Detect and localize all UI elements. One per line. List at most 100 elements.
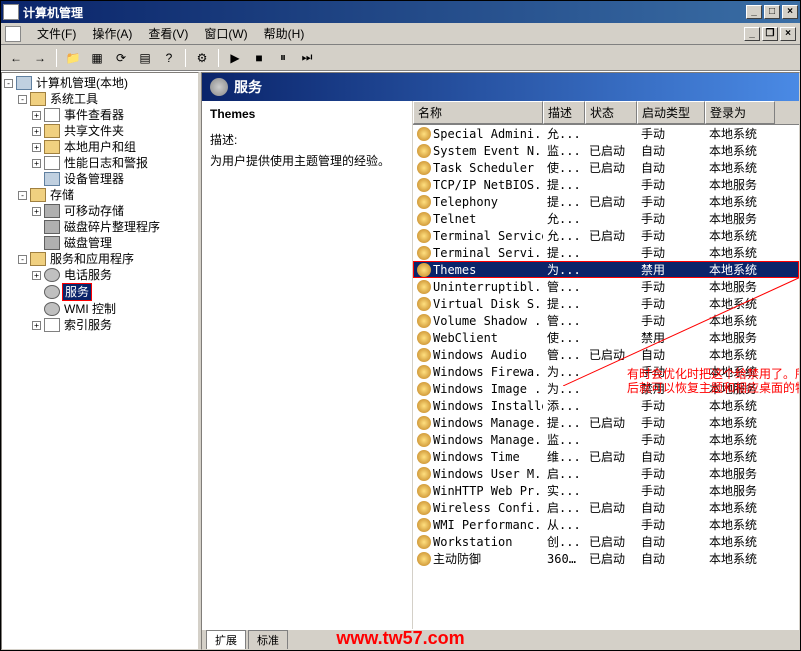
maximize-button[interactable]: □ (764, 5, 780, 19)
service-list: 名称 描述 状态 启动类型 登录为 Special Admini...允...手… (412, 101, 799, 629)
refresh-icon[interactable]: ⟳ (110, 47, 132, 69)
service-row[interactable]: Task Scheduler使...已启动自动本地系统 (413, 159, 799, 176)
service-row[interactable]: Volume Shadow ...管...手动本地系统 (413, 312, 799, 329)
tab-standard[interactable]: 标准 (248, 630, 288, 649)
service-icon (417, 297, 431, 311)
forward-button[interactable]: → (29, 47, 51, 69)
service-icon (417, 484, 431, 498)
selected-service-name: Themes (210, 107, 404, 121)
service-row[interactable]: Windows Image ...为...禁用本地服务 (413, 380, 799, 397)
menu-action[interactable]: 操作(A) (84, 23, 140, 44)
service-icon (417, 382, 431, 396)
tree-eventviewer[interactable]: +事件查看器 (32, 107, 196, 123)
stop-button[interactable]: ■ (248, 47, 270, 69)
service-icon (417, 246, 431, 260)
tree-diskmgmt[interactable]: 磁盘管理 (32, 235, 196, 251)
tree-services[interactable]: 服务 (32, 283, 196, 301)
service-row[interactable]: 主动防御360...已启动自动本地系统 (413, 550, 799, 567)
service-icon (417, 263, 431, 277)
service-row[interactable]: Themes为...禁用本地系统 (413, 261, 799, 278)
tree-perflogs[interactable]: +性能日志和警报 (32, 155, 196, 171)
service-row[interactable]: Telnet允...手动本地服务 (413, 210, 799, 227)
service-row[interactable]: Workstation创...已启动自动本地系统 (413, 533, 799, 550)
list-rows[interactable]: Special Admini...允...手动本地系统System Event … (413, 125, 799, 629)
up-button[interactable]: 📁 (62, 47, 84, 69)
service-row[interactable]: Windows Time维...已启动自动本地系统 (413, 448, 799, 465)
minimize-button[interactable]: _ (746, 5, 762, 19)
service-row[interactable]: WinHTTP Web Pr...实...手动本地服务 (413, 482, 799, 499)
content-area: -计算机管理(本地) -系统工具 +事件查看器 +共享文件夹 +本地用户和组 +… (1, 71, 800, 650)
service-row[interactable]: Virtual Disk S...提...手动本地系统 (413, 295, 799, 312)
service-icon (417, 280, 431, 294)
tab-extended[interactable]: 扩展 (206, 630, 246, 649)
col-logon[interactable]: 登录为 (705, 101, 775, 124)
service-row[interactable]: Telephony提...已启动手动本地系统 (413, 193, 799, 210)
child-close-button[interactable]: × (780, 27, 796, 41)
service-icon (417, 161, 431, 175)
tree-shared[interactable]: +共享文件夹 (32, 123, 196, 139)
main-pane: 服务 Themes 描述: 为用户提供使用主题管理的经验。 名称 描述 状态 启… (201, 72, 800, 650)
doc-icon (5, 26, 21, 42)
tree-telephony[interactable]: +电话服务 (32, 267, 196, 283)
service-icon (417, 348, 431, 362)
service-icon (417, 178, 431, 192)
service-row[interactable]: Windows Firewa...为...手动本地系统 (413, 363, 799, 380)
service-row[interactable]: Uninterruptibl...管...手动本地服务 (413, 278, 799, 295)
service-row[interactable]: TCP/IP NetBIOS...提...手动本地服务 (413, 176, 799, 193)
col-startup[interactable]: 启动类型 (637, 101, 705, 124)
tree-localusers[interactable]: +本地用户和组 (32, 139, 196, 155)
tree-root[interactable]: -计算机管理(本地) (4, 75, 196, 91)
service-row[interactable]: Windows User M...启...手动本地服务 (413, 465, 799, 482)
service-row[interactable]: Terminal Servi...提...手动本地系统 (413, 244, 799, 261)
properties-button[interactable]: ▦ (86, 47, 108, 69)
service-icon (417, 314, 431, 328)
tree-wmi[interactable]: WMI 控制 (32, 301, 196, 317)
col-desc[interactable]: 描述 (543, 101, 585, 124)
service-row[interactable]: WMI Performanc...从...手动本地系统 (413, 516, 799, 533)
tree-devmgr[interactable]: 设备管理器 (32, 171, 196, 187)
service-icon (417, 144, 431, 158)
service-row[interactable]: Windows Manage...监...手动本地系统 (413, 431, 799, 448)
menu-view[interactable]: 查看(V) (140, 23, 196, 44)
tree-defrag[interactable]: 磁盘碎片整理程序 (32, 219, 196, 235)
export-icon[interactable]: ▤ (134, 47, 156, 69)
service-icon (417, 450, 431, 464)
help-icon[interactable]: ? (158, 47, 180, 69)
child-restore-button[interactable]: ❐ (762, 27, 778, 41)
col-name[interactable]: 名称 (413, 101, 543, 124)
menu-window[interactable]: 窗口(W) (196, 23, 255, 44)
service-row[interactable]: Windows Installer添...手动本地系统 (413, 397, 799, 414)
tree-servapps[interactable]: -服务和应用程序 (18, 251, 196, 267)
service-row[interactable]: Terminal Services允...已启动手动本地系统 (413, 227, 799, 244)
service-row[interactable]: Wireless Confi...启...已启动自动本地系统 (413, 499, 799, 516)
tree-systools[interactable]: -系统工具 (18, 91, 196, 107)
main-body: Themes 描述: 为用户提供使用主题管理的经验。 名称 描述 状态 启动类型… (202, 101, 799, 629)
service-icon (417, 331, 431, 345)
service-row[interactable]: WebClient使...禁用本地服务 (413, 329, 799, 346)
service-row[interactable]: System Event N...监...已启动自动本地系统 (413, 142, 799, 159)
service-icon (417, 127, 431, 141)
menu-help[interactable]: 帮助(H) (256, 23, 313, 44)
col-status[interactable]: 状态 (585, 101, 637, 124)
service-icon (417, 365, 431, 379)
pause-button[interactable]: ⏸ (272, 47, 294, 69)
menu-file[interactable]: 文件(F) (29, 23, 84, 44)
child-minimize-button[interactable]: _ (744, 27, 760, 41)
tree-pane[interactable]: -计算机管理(本地) -系统工具 +事件查看器 +共享文件夹 +本地用户和组 +… (1, 72, 199, 650)
start-button[interactable]: ▶ (224, 47, 246, 69)
tree-storage[interactable]: -存储 (18, 187, 196, 203)
service-icon (417, 552, 431, 566)
back-button[interactable]: ← (5, 47, 27, 69)
service-row[interactable]: Windows Manage...提...已启动手动本地系统 (413, 414, 799, 431)
tree-indexing[interactable]: +索引服务 (32, 317, 196, 333)
service-row[interactable]: Windows Audio管...已启动自动本地系统 (413, 346, 799, 363)
action1-icon[interactable]: ⚙ (191, 47, 213, 69)
restart-button[interactable]: ⏭ (296, 47, 318, 69)
tree-removable[interactable]: +可移动存储 (32, 203, 196, 219)
service-row[interactable]: Special Admini...允...手动本地系统 (413, 125, 799, 142)
header-title: 服务 (234, 77, 262, 97)
main-header: 服务 (202, 73, 799, 101)
service-icon (417, 467, 431, 481)
detail-pane: Themes 描述: 为用户提供使用主题管理的经验。 (202, 101, 412, 629)
close-button[interactable]: × (782, 5, 798, 19)
